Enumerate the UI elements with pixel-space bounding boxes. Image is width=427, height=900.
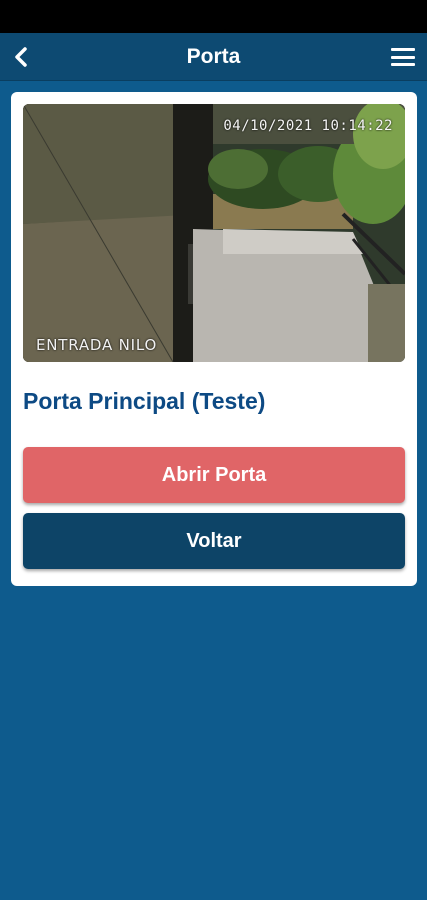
camera-timestamp: 04/10/2021 10:14:22 [223, 118, 393, 134]
chevron-left-icon[interactable] [10, 43, 32, 71]
status-bar [0, 0, 427, 33]
open-door-button[interactable]: Abrir Porta [23, 447, 405, 503]
camera-feed: 04/10/2021 10:14:22 ENTRADA NILO [23, 104, 405, 362]
camera-image [23, 104, 405, 362]
camera-label: ENTRADA NILO [36, 336, 158, 354]
page-title: Porta [186, 44, 241, 68]
app-bar: Porta [0, 33, 427, 81]
door-name: Porta Principal (Teste) [23, 388, 266, 414]
back-button[interactable]: Voltar [23, 513, 405, 569]
hamburger-menu-icon[interactable] [391, 45, 415, 69]
door-card: 04/10/2021 10:14:22 ENTRADA NILO Porta P… [11, 92, 417, 586]
